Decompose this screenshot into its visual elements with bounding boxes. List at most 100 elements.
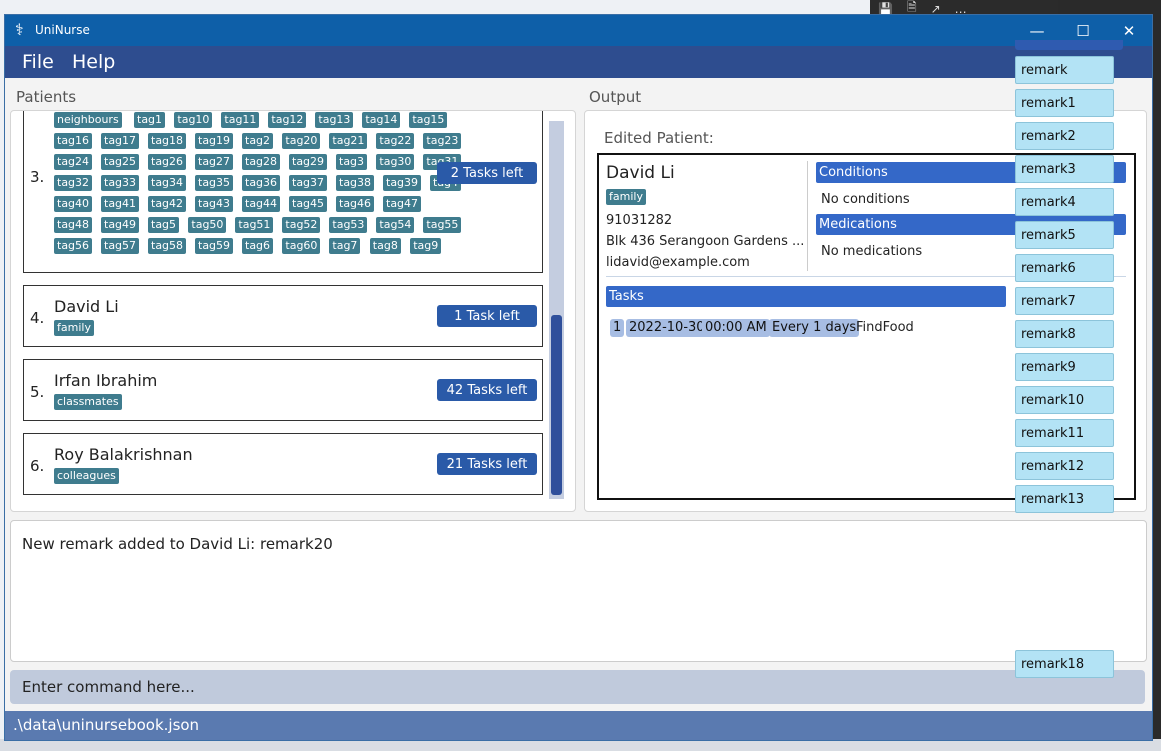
medications-value: No medications — [821, 244, 923, 259]
task-index: 1 — [610, 319, 625, 337]
patient-tag: classmates — [54, 394, 122, 410]
remark-item[interactable]: remark5 — [1015, 221, 1114, 249]
patient-tag: tag38 — [336, 175, 375, 191]
patient-tag: tag54 — [376, 217, 415, 233]
command-input[interactable]: Enter command here... — [22, 678, 195, 696]
result-message: New remark added to David Li: remark20 — [22, 535, 333, 553]
patient-tag: tag16 — [54, 133, 93, 149]
save-icon[interactable]: 💾 — [878, 2, 893, 16]
patient-tag: tag34 — [148, 175, 187, 191]
patient-card[interactable]: 5. Irfan Ibrahim classmates 42 Tasks lef… — [23, 359, 543, 421]
remark-item[interactable]: remark2 — [1015, 122, 1114, 150]
patient-tag: tag60 — [282, 238, 321, 254]
patient-tag: tag32 — [54, 175, 93, 191]
tasks-left-button[interactable]: 42 Tasks left — [437, 379, 537, 401]
patient-tag: tag9 — [410, 238, 442, 254]
share-icon[interactable]: ↗ — [931, 2, 941, 16]
tasks-left-button[interactable]: 2 Tasks left — [437, 162, 537, 184]
task-description: FindFood — [856, 320, 914, 335]
remark-item[interactable]: remark — [1015, 56, 1114, 84]
remark-item[interactable]: remark4 — [1015, 188, 1114, 216]
patient-tag: tag12 — [268, 112, 307, 128]
background-bottom — [0, 739, 1161, 751]
patient-tag: tag41 — [101, 196, 140, 212]
result-display[interactable]: New remark added to David Li: remark20 — [10, 520, 1147, 662]
patient-tag: tag49 — [101, 217, 140, 233]
patient-tag: tag23 — [423, 133, 462, 149]
patient-tag: tag57 — [101, 238, 140, 254]
patient-tag: tag46 — [336, 196, 375, 212]
status-bar: .\data\uninursebook.json — [5, 711, 1152, 740]
patient-tag: tag39 — [383, 175, 422, 191]
patient-name: Irfan Ibrahim — [54, 371, 158, 390]
caduceus-icon: ⚕ — [15, 20, 24, 39]
menu-help[interactable]: Help — [72, 51, 115, 73]
patient-tag: tag1 — [134, 112, 166, 128]
patient-tag: tag55 — [423, 217, 462, 233]
tasks-header: Tasks — [606, 286, 1006, 307]
patient-index: 4. — [30, 309, 45, 327]
detail-tag: family — [606, 189, 646, 205]
remark-item[interactable]: remark11 — [1015, 419, 1114, 447]
patient-tag: tag15 — [409, 112, 448, 128]
task-recurrence: Every 1 days — [769, 319, 860, 337]
patient-tag: tag19 — [195, 133, 234, 149]
detail-phone: 91031282 — [606, 213, 673, 228]
patient-tag: tag36 — [242, 175, 281, 191]
remark-item[interactable]: remark12 — [1015, 452, 1114, 480]
patient-card[interactable]: 3. neighbours tag1 tag10 tag11 tag12 tag13 tag… — [23, 111, 543, 273]
patient-tag: tag51 — [235, 217, 274, 233]
patient-card[interactable]: 6. Roy Balakrishnan colleagues 21 Tasks … — [23, 433, 543, 495]
data-file-path: .\data\uninursebook.json — [13, 716, 200, 734]
patients-label: Patients — [16, 88, 77, 106]
remark-item[interactable]: remark10 — [1015, 386, 1114, 414]
patient-list-scrollbar[interactable] — [549, 121, 564, 499]
menu-file[interactable]: File — [22, 51, 54, 73]
patient-tag: tag56 — [54, 238, 93, 254]
patient-tag: tag37 — [289, 175, 328, 191]
patient-name: Roy Balakrishnan — [54, 445, 193, 464]
patient-tag: tag42 — [148, 196, 187, 212]
patient-list-panel[interactable]: 3. neighbours tag1 tag10 tag11 tag12 tag13 tag… — [10, 110, 576, 512]
remark-item[interactable]: remark18 — [1015, 650, 1114, 678]
patient-tag: tag25 — [101, 154, 140, 170]
patient-index: 5. — [30, 383, 45, 401]
patient-tag: tag2 — [242, 133, 274, 149]
patient-tag: tag27 — [195, 154, 234, 170]
window-title: UniNurse — [35, 23, 90, 37]
remark-item[interactable]: remark9 — [1015, 353, 1114, 381]
tasks-left-button[interactable]: 21 Tasks left — [437, 453, 537, 475]
patient-tag: tag29 — [289, 154, 328, 170]
more-icon[interactable]: … — [955, 2, 967, 16]
remark-item[interactable]: remark8 — [1015, 320, 1114, 348]
patient-tag: tag26 — [148, 154, 187, 170]
patient-tag: tag10 — [174, 112, 213, 128]
remark-item[interactable]: remark1 — [1015, 89, 1114, 117]
patient-tag: tag11 — [221, 112, 260, 128]
patient-index: 3. — [30, 168, 45, 186]
patient-tag: tag59 — [195, 238, 234, 254]
output-label: Output — [589, 88, 642, 106]
patient-tag: tag48 — [54, 217, 93, 233]
remark-item[interactable]: remark3 — [1015, 155, 1114, 183]
patient-tag: tag24 — [54, 154, 93, 170]
remark-item[interactable]: remark6 — [1015, 254, 1114, 282]
command-box[interactable]: Enter command here... — [10, 670, 1145, 704]
detail-address: Blk 436 Serangoon Gardens ... — [606, 234, 805, 249]
patient-tag: tag53 — [329, 217, 368, 233]
divider — [807, 161, 808, 271]
conditions-value: No conditions — [821, 192, 910, 207]
patient-tag: tag8 — [369, 238, 401, 254]
tasks-left-button[interactable]: 1 Task left — [437, 305, 537, 327]
patient-tag: tag17 — [101, 133, 140, 149]
patient-name: David Li — [54, 297, 119, 316]
patient-card[interactable]: 4. David Li family 1 Task left — [23, 285, 543, 347]
scrollbar-thumb[interactable] — [551, 315, 562, 495]
patient-index: 6. — [30, 457, 45, 475]
patient-tag: tag13 — [315, 112, 354, 128]
app-window: ⚕ UniNurse — ☐ ✕ File Help Patients Outp… — [5, 15, 1152, 740]
title-bar[interactable]: ⚕ UniNurse — ☐ ✕ — [5, 15, 1152, 46]
remark-item[interactable]: remark13 — [1015, 485, 1114, 513]
remark-item[interactable]: remark7 — [1015, 287, 1114, 315]
patient-tag: tag43 — [195, 196, 234, 212]
